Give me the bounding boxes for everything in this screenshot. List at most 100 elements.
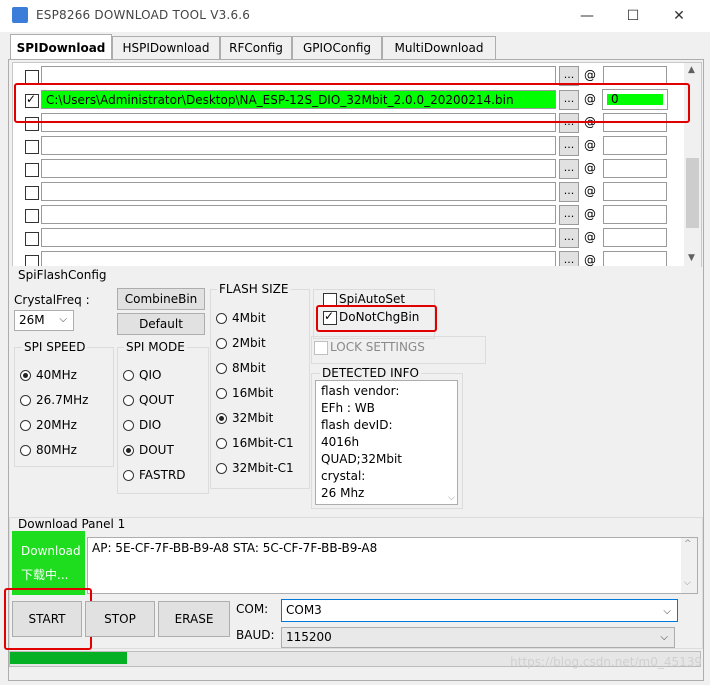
scroll-up-arrow-icon[interactable]: ▲ [688, 65, 695, 75]
tab-hspidownload[interactable]: HSPIDownload [112, 36, 220, 59]
file-path-input[interactable] [41, 228, 556, 247]
spi-mode-radio[interactable] [123, 370, 134, 381]
spi-auto-set-label: SpiAutoSet [339, 292, 406, 306]
spi-mode-title: SPI MODE [124, 340, 187, 354]
baud-select[interactable]: 115200 ⌵ [281, 627, 675, 648]
tab-rfconfig[interactable]: RFConfig [220, 36, 292, 59]
download-status-box: Download 下载中... [12, 531, 85, 595]
at-label: @ [584, 68, 596, 82]
window-title: ESP8266 DOWNLOAD TOOL V3.6.6 [36, 8, 251, 22]
flash-size-radio[interactable] [216, 313, 227, 324]
flash-size-option-label: 2Mbit [232, 336, 266, 350]
browse-button[interactable]: ... [559, 205, 579, 225]
com-label: COM: [236, 602, 269, 616]
stop-button[interactable]: STOP [85, 601, 155, 637]
spi-speed-option-label: 40MHz [36, 368, 77, 382]
download-log[interactable]: AP: 5E-CF-7F-BB-B9-A8 STA: 5C-CF-7F-BB-B… [87, 537, 698, 594]
annotation-highlight-row [14, 83, 690, 123]
flash-size-title: FLASH SIZE [217, 282, 291, 296]
combine-bin-button[interactable]: CombineBin [117, 288, 205, 310]
file-path-input[interactable] [41, 205, 556, 224]
crystal-freq-select[interactable]: 26M ⌵ [14, 310, 74, 331]
file-path-input[interactable] [41, 136, 556, 155]
crystal-freq-value: 26M [19, 313, 45, 327]
file-path-input[interactable] [41, 251, 556, 266]
spi-mode-radio[interactable] [123, 470, 134, 481]
file-row-checkbox[interactable] [25, 186, 39, 200]
scroll-down-arrow-icon[interactable]: ⌵ [448, 493, 455, 503]
offset-input[interactable] [603, 228, 667, 247]
file-row-checkbox[interactable] [25, 232, 39, 246]
spi-mode-radio[interactable] [123, 420, 134, 431]
scroll-thumb[interactable] [686, 158, 699, 228]
minimize-button[interactable]: — [564, 0, 610, 32]
chevron-down-icon: ⌵ [59, 314, 67, 325]
default-button[interactable]: Default [117, 313, 205, 335]
annotation-do-not-chg-bin [316, 305, 437, 332]
offset-input[interactable] [603, 136, 667, 155]
flash-size-radio[interactable] [216, 363, 227, 374]
detected-info-title: DETECTED INFO [320, 366, 421, 380]
spi-speed-radio[interactable] [20, 445, 31, 456]
file-path-input[interactable] [41, 182, 556, 201]
at-label: @ [584, 207, 596, 221]
scroll-down-arrow-icon[interactable]: ⌵ [684, 578, 691, 588]
spi-mode-radio[interactable] [123, 395, 134, 406]
download-status-text: Download [21, 544, 81, 558]
spi-mode-option-label: QOUT [139, 393, 175, 407]
lock-settings-checkbox[interactable] [314, 341, 328, 355]
offset-input[interactable] [603, 251, 667, 266]
browse-button[interactable]: ... [559, 251, 579, 266]
at-label: @ [584, 253, 596, 267]
scroll-down-arrow-icon[interactable]: ▼ [688, 253, 695, 263]
annotation-start-button [4, 588, 92, 650]
browse-button[interactable]: ... [559, 182, 579, 202]
spi-mode-option-label: FASTRD [139, 468, 186, 482]
download-progress-fill [10, 652, 127, 664]
file-path-input[interactable] [41, 159, 556, 178]
tab-gpioconfig[interactable]: GPIOConfig [292, 36, 382, 59]
tab-multidownload[interactable]: MultiDownload [382, 36, 496, 59]
detected-info-line: flash devID: [321, 418, 393, 432]
lock-settings-label: LOCK SETTINGS [330, 340, 425, 354]
close-button[interactable]: ✕ [656, 0, 702, 32]
spi-mode-option-label: DIO [139, 418, 162, 432]
scroll-up-arrow-icon[interactable]: ^ [684, 539, 692, 549]
flash-size-radio[interactable] [216, 438, 227, 449]
detected-info-line: EFh : WB [321, 401, 375, 415]
file-row-checkbox[interactable] [25, 70, 39, 84]
erase-button[interactable]: ERASE [158, 601, 230, 637]
com-select[interactable]: COM3 ⌵ [281, 599, 678, 622]
file-row-checkbox[interactable] [25, 163, 39, 177]
offset-input[interactable] [603, 205, 667, 224]
file-row: ... @ [13, 250, 683, 267]
flash-size-radio[interactable] [216, 413, 227, 424]
flash-size-radio[interactable] [216, 463, 227, 474]
flash-size-option-label: 16Mbit [232, 386, 274, 400]
file-row: ... @ [13, 204, 683, 227]
browse-button[interactable]: ... [559, 228, 579, 248]
spi-speed-radio[interactable] [20, 420, 31, 431]
spi-mode-option-label: DOUT [139, 443, 174, 457]
baud-value: 115200 [286, 630, 332, 644]
browse-button[interactable]: ... [559, 159, 579, 179]
com-value: COM3 [286, 603, 322, 617]
detected-info-line: 4016h [321, 435, 360, 449]
log-scrollbar[interactable]: ^ ⌵ [681, 538, 697, 593]
flash-size-radio[interactable] [216, 388, 227, 399]
spi-speed-radio[interactable] [20, 370, 31, 381]
offset-input[interactable] [603, 182, 667, 201]
offset-input[interactable] [603, 159, 667, 178]
at-label: @ [584, 184, 596, 198]
maximize-button[interactable]: ☐ [610, 0, 656, 32]
spi-speed-radio[interactable] [20, 395, 31, 406]
file-row-checkbox[interactable] [25, 209, 39, 223]
spi-speed-option-label: 80MHz [36, 443, 77, 457]
flash-size-radio[interactable] [216, 338, 227, 349]
browse-button[interactable]: ... [559, 136, 579, 156]
spi-mode-radio[interactable] [123, 445, 134, 456]
file-row-checkbox[interactable] [25, 140, 39, 154]
detected-info-text[interactable]: flash vendor: EFh : WB flash devID: 4016h QU… [315, 380, 458, 505]
tab-spidownload[interactable]: SPIDownload [10, 34, 112, 60]
watermark: https://blog.csdn.net/m0_45139 [510, 655, 702, 669]
